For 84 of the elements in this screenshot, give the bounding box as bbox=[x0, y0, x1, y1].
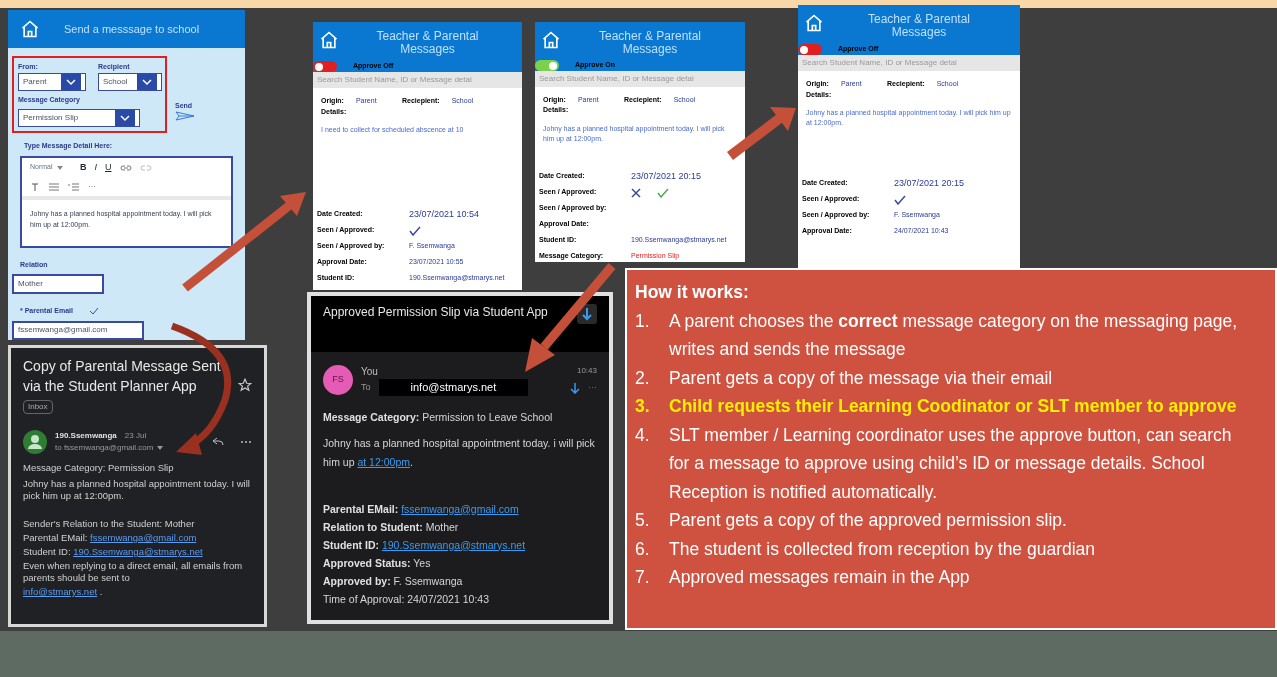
detail-line: Approved Status: Yes bbox=[323, 555, 432, 571]
panel-title: Send a messsage to school bbox=[64, 21, 200, 37]
approve-button[interactable] bbox=[657, 187, 669, 198]
detail-line: Parental EMail: fssemwanga@gmail.com bbox=[323, 501, 520, 517]
caret-icon[interactable] bbox=[157, 446, 164, 450]
format-button[interactable]: U bbox=[105, 160, 112, 175]
email-date: 23 Jul bbox=[124, 430, 147, 442]
step-number: 3. bbox=[635, 395, 651, 418]
more-icon[interactable] bbox=[240, 440, 252, 444]
home-icon[interactable] bbox=[541, 30, 561, 50]
time-link[interactable]: at 12:00pm bbox=[357, 455, 410, 468]
email-link[interactable]: 190.Ssemwanga@stmarys.net bbox=[73, 546, 203, 557]
sender-name: You bbox=[361, 365, 379, 379]
dropdown-caret-icon[interactable] bbox=[61, 73, 81, 90]
reject-button[interactable] bbox=[631, 187, 641, 198]
message-text: Johny has a planned hospital appointment today. i will pick him up at 12:00pm. bbox=[323, 435, 596, 470]
email-body-line: Sender's Relation to the Student: Mother bbox=[23, 518, 196, 530]
field-value: 23/07/2021 10:54 bbox=[409, 207, 480, 221]
more-button[interactable]: ··· bbox=[88, 180, 96, 193]
link-icon[interactable] bbox=[119, 163, 132, 172]
email-subject: Approved Permission Slip via Student App bbox=[323, 304, 549, 320]
parental-email-field[interactable]: fssemwanga@gmail.com bbox=[12, 320, 144, 340]
panel-title: Teacher & Parental Messages bbox=[866, 13, 972, 39]
dropdown-caret-icon[interactable] bbox=[137, 73, 157, 90]
format-button[interactable]: B bbox=[80, 160, 87, 175]
detail-line: Student ID: 190.Ssemwanga@stmarys.net bbox=[323, 537, 527, 553]
step-text: A parent chooses the correct message category on the messaging page, writes and sends the message bbox=[669, 309, 1239, 361]
star-icon[interactable] bbox=[238, 378, 252, 392]
field-value: 23/07/2021 20:15 bbox=[894, 176, 965, 190]
email-body-line: Parental EMail: fssemwanga@gmail.com bbox=[23, 532, 198, 544]
avatar: FS bbox=[323, 364, 353, 395]
step-text: Child requests their Learning Coodinator or SLT member to approve bbox=[669, 395, 1237, 418]
email-body-line: info@stmarys.net . bbox=[23, 586, 104, 598]
to-label: To bbox=[361, 380, 371, 394]
category-line: Message Category: Permission to Leave School bbox=[323, 409, 554, 425]
relation-field[interactable]: Mother bbox=[12, 274, 104, 294]
step-text: Approved messages remain in the App bbox=[669, 566, 970, 589]
clear-format-icon[interactable] bbox=[30, 181, 40, 192]
detail-line: Time of Approval: 24/07/2021 10:43 bbox=[323, 591, 490, 607]
avatar-icon bbox=[23, 430, 47, 454]
reply-icon[interactable] bbox=[212, 437, 224, 447]
home-icon[interactable] bbox=[319, 30, 339, 50]
email-link[interactable]: 190.Ssemwanga@stmarys.net bbox=[381, 538, 526, 551]
email-body-line: Johny has a planned hospital appointment today. I will pick him up at 12:00pm. bbox=[23, 478, 251, 502]
email-time: 10:43 bbox=[576, 365, 597, 377]
recipient-dropdown[interactable]: School bbox=[98, 72, 162, 91]
step-number: 1. bbox=[635, 309, 651, 333]
panel-title: Teacher & Parental Messages bbox=[597, 30, 703, 56]
caret-icon[interactable] bbox=[56, 165, 63, 170]
recipient-address: info@stmarys.net bbox=[378, 379, 529, 396]
step-text: SLT member / Learning coordinator uses the approve button, can search for a message to approve using child’s ID or message details. School Reception is notified automatically. bbox=[669, 423, 1233, 504]
box-title: How it works: bbox=[635, 281, 750, 304]
detail-line: Relation to Student: Mother bbox=[323, 519, 460, 535]
step-text: Parent gets a copy of the approved permission slip. bbox=[669, 509, 1067, 532]
home-icon[interactable] bbox=[804, 13, 824, 33]
detail-line: Approved by: F. Ssemwanga bbox=[323, 573, 464, 589]
from-dropdown[interactable]: Parent bbox=[18, 72, 86, 91]
email-body-line: Student ID: 190.Ssemwanga@stmarys.net bbox=[23, 546, 204, 558]
sender-name: 190.Ssemwanga bbox=[55, 430, 117, 442]
format-button[interactable]: I bbox=[94, 160, 97, 175]
email-body-line: Even when replying to a direct email, all emails from parents should be sent to bbox=[23, 560, 244, 584]
step-number: 4. bbox=[635, 423, 651, 447]
field-value: 23/07/2021 20:15 bbox=[631, 169, 702, 183]
home-icon[interactable] bbox=[20, 19, 40, 39]
check-icon bbox=[88, 307, 99, 316]
email-link[interactable]: fssemwanga@gmail.com bbox=[90, 532, 197, 543]
inbox-tag[interactable]: Inbox bbox=[23, 400, 53, 414]
arrow bbox=[726, 107, 796, 160]
dropdown-caret-icon[interactable] bbox=[115, 110, 135, 126]
email-link[interactable]: fssemwanga@gmail.com bbox=[401, 502, 519, 515]
step-number: 7. bbox=[635, 566, 651, 589]
step-number: 5. bbox=[635, 509, 651, 532]
more-button[interactable]: ··· bbox=[588, 381, 597, 395]
email-subject: Copy of Parental Message Sent via the Student Planner App bbox=[23, 357, 222, 396]
step-number: 2. bbox=[635, 366, 651, 390]
category-dropdown[interactable]: Permission Slip bbox=[18, 109, 140, 127]
recipient-line[interactable]: to fssemwanga@gmail.com bbox=[55, 442, 154, 454]
down-arrow-icon[interactable] bbox=[570, 381, 580, 394]
step-text: Parent gets a copy of the message via their email bbox=[669, 366, 1053, 390]
email-link[interactable]: info@stmarys.net bbox=[23, 586, 98, 597]
step-number: 6. bbox=[635, 537, 651, 561]
email-body-line: Message Category: Permission Slip bbox=[23, 462, 175, 474]
panel-title: Teacher & Parental Messages bbox=[375, 30, 480, 56]
step-text: The student is collected from reception by the guardian bbox=[669, 537, 1096, 561]
